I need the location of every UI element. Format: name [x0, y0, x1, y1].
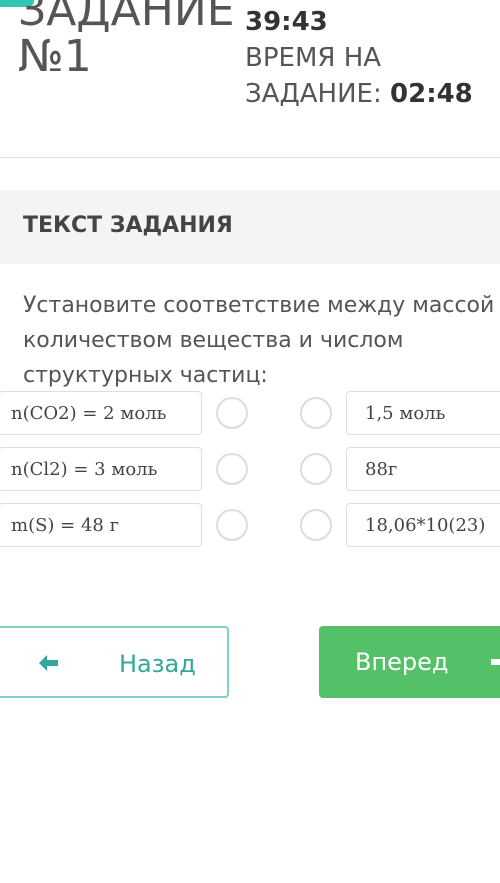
task-title: ЗАДАНИЕ №1 — [18, 0, 235, 80]
timer-block: 39:43 ВРЕМЯ НА ЗАДАНИЕ: 02:48 — [245, 4, 473, 112]
header-divider — [0, 157, 500, 158]
right-item: 88г — [346, 447, 500, 491]
time-per-task-label: ВРЕМЯ НА — [245, 43, 382, 73]
arrow-left-icon — [39, 655, 58, 671]
left-radio[interactable] — [216, 453, 248, 485]
question-text: Установите соответствие между массой кол… — [23, 288, 500, 393]
task-title-number: №1 — [18, 31, 92, 82]
left-item: m(S) = 48 г — [0, 503, 202, 547]
right-item: 1,5 моль — [346, 391, 500, 435]
time-per-task-value: 02:48 — [390, 79, 473, 109]
left-item: n(Cl2) = 3 моль — [0, 447, 202, 491]
time-per-task: ЗАДАНИЕ: 02:48 — [245, 76, 473, 112]
section-title: ТЕКСТ ЗАДАНИЯ — [23, 213, 233, 238]
right-radio[interactable] — [300, 453, 332, 485]
back-button-label: Назад — [119, 650, 196, 678]
right-item: 18,06*10(23) — [346, 503, 500, 547]
right-radio[interactable] — [300, 397, 332, 429]
right-radio[interactable] — [300, 509, 332, 541]
left-radio[interactable] — [216, 397, 248, 429]
task-title-word: ЗАДАНИЕ — [18, 0, 235, 36]
arrow-right-icon — [491, 659, 500, 665]
time-per-task-label-2: ЗАДАНИЕ: — [245, 79, 382, 109]
back-button[interactable]: Назад — [0, 626, 229, 698]
total-timer: 39:43 — [245, 7, 328, 37]
question-line: структурных частиц: — [23, 363, 268, 388]
next-button[interactable]: Вперед — [319, 626, 500, 698]
question-line: количеством вещества и числом — [23, 328, 404, 353]
question-line: Установите соответствие между массой — [23, 293, 495, 318]
next-button-label: Вперед — [355, 648, 449, 676]
left-item: n(CO2) = 2 моль — [0, 391, 202, 435]
left-radio[interactable] — [216, 509, 248, 541]
